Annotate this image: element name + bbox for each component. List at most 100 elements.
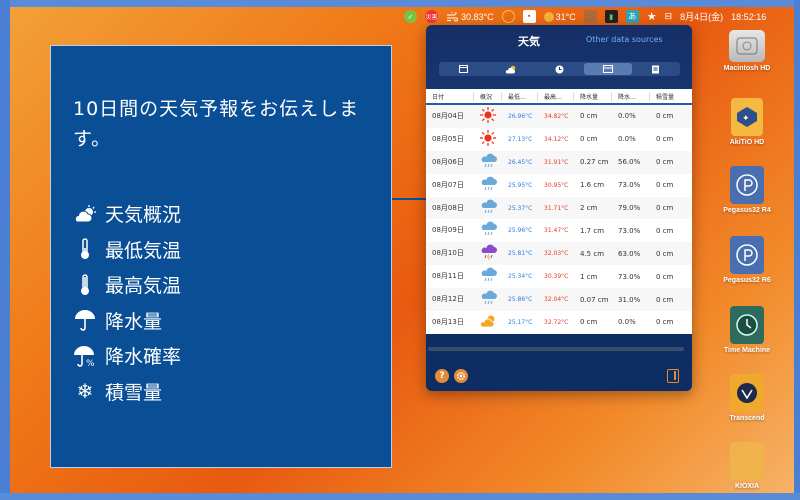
rain-cloud-icon — [474, 176, 502, 195]
rain-cloud-icon — [474, 267, 502, 286]
trash-icon[interactable]: ▮ — [604, 10, 618, 23]
app-icon[interactable] — [583, 10, 597, 23]
feature-list: 天気概況 最低気温 最高気温 降水量 % 降水確率 ❄ 積雪量 — [71, 196, 181, 409]
col-overview-header[interactable]: 概況 — [474, 91, 502, 101]
forecast-view-button[interactable] — [487, 62, 535, 76]
temp-menubar-item[interactable]: 31°C — [543, 11, 576, 22]
time-view-button[interactable] — [535, 62, 583, 76]
col-high-header[interactable]: 最高… — [538, 91, 574, 101]
cell-snow: 0 cm — [656, 112, 674, 121]
clock-icon — [555, 65, 564, 73]
svg-text:✦: ✦ — [742, 114, 750, 124]
record-icon[interactable] — [501, 10, 515, 23]
col-precip-header[interactable]: 降水量 — [574, 91, 612, 101]
cell-snow: 0 cm — [656, 158, 674, 167]
disaster-badge-icon[interactable]: 災害 — [425, 10, 438, 23]
settings-button[interactable] — [454, 369, 468, 383]
cell-high-temp: 31.71°C — [544, 204, 569, 212]
desktop-icon[interactable]: Pegasus32 R4 — [712, 166, 782, 214]
table-row[interactable]: 08月04日 26.96°C 34.82°C 0 cm 0.0% 0 cm — [426, 105, 692, 128]
desktop-icon[interactable]: Time Machine — [712, 306, 782, 354]
rain-cloud-icon — [474, 199, 502, 218]
cell-low-temp: 25.95°C — [508, 181, 533, 189]
question-icon: ? — [439, 371, 445, 381]
table-row[interactable]: 08月08日 25.37°C 31.71°C 2 cm 79.0% 0 cm — [426, 196, 692, 220]
cell-date: 08月05日 — [432, 134, 464, 143]
col-date-header[interactable]: 日付 — [426, 91, 474, 101]
cell-precip-prob: 0.0% — [618, 112, 636, 121]
weather-menubar-item[interactable]: 30.83°C — [446, 11, 494, 22]
control-center-icon[interactable]: ⊟ — [665, 11, 673, 22]
table-row[interactable]: 08月09日 25.96°C 31.47°C 1.7 cm 73.0% 0 cm — [426, 219, 692, 243]
cell-high-temp: 31.91°C — [544, 158, 569, 166]
col-low-header[interactable]: 最低… — [502, 91, 538, 101]
sun-icon — [543, 11, 554, 22]
transcend-drive-icon — [730, 374, 764, 412]
table-row[interactable]: 08月12日 25.86°C 32.04°C 0.07 cm 31.0% 0 cm — [426, 288, 692, 312]
desktop-icon[interactable]: KIOXIA — [712, 442, 782, 490]
desktop-icon[interactable]: Pegasus32 R6 — [712, 236, 782, 284]
table-row[interactable]: 08月07日 25.95°C 30.95°C 1.6 cm 73.0% 0 cm — [426, 173, 692, 197]
popover-footer — [426, 345, 692, 391]
sidebar-toggle-button[interactable] — [667, 369, 679, 383]
other-sources-link[interactable]: Other data sources — [586, 35, 663, 44]
table-row[interactable]: 08月05日 27.13°C 34.12°C 0 cm 0.0% 0 cm — [426, 127, 692, 151]
thunderstorm-icon — [474, 244, 502, 263]
detail-view-button[interactable] — [632, 62, 680, 76]
feature-item: ❄ 積雪量 — [71, 374, 181, 410]
star-icon[interactable]: ★ — [647, 10, 657, 23]
feature-item: % 降水確率 — [71, 338, 181, 374]
cell-low-temp: 25.37°C — [508, 204, 533, 212]
help-button[interactable]: ? — [435, 369, 449, 383]
umbrella-percent-icon: % — [71, 345, 99, 367]
cell-low-temp: 25.96°C — [508, 227, 533, 235]
desktop-icon-label: Macintosh HD — [723, 65, 771, 72]
col-snow-header[interactable]: 積雪量 — [650, 92, 692, 101]
cell-precip: 1.7 cm — [580, 226, 605, 235]
feature-item: 最低気温 — [71, 232, 181, 268]
info-panel: 10日間の天気予報をお伝えします。 天気概況 最低気温 最高気温 降水量 % 降… — [50, 45, 392, 468]
menubar: ✓ 災害 30.83°C ▪ 31°C ▮ あ ★ ⊟ 8月4日(金) 18:5… — [404, 7, 794, 26]
menubar-date[interactable]: 8月4日(金) — [680, 10, 723, 23]
weather-popover: 天気 Other data sources 日付 概況 最低… 最高… 降水量 … — [426, 25, 692, 391]
horizontal-scrollbar[interactable] — [428, 347, 684, 351]
desktop-icon[interactable]: Macintosh HD — [712, 30, 782, 72]
cell-precip: 0 cm — [580, 135, 598, 144]
cell-low-temp: 27.13°C — [508, 135, 533, 143]
rain-cloud-icon — [474, 153, 502, 172]
partly-cloudy-icon — [506, 65, 516, 73]
cell-precip-prob: 73.0% — [618, 272, 641, 281]
app-status-icon[interactable]: ✓ — [404, 10, 417, 23]
cell-date: 08月11日 — [432, 272, 464, 281]
cell-high-temp: 30.95°C — [544, 181, 569, 189]
cell-low-temp: 25.17°C — [508, 318, 533, 326]
cell-low-temp: 26.96°C — [508, 112, 533, 120]
calendar-view-button[interactable] — [439, 62, 487, 76]
input-source-icon[interactable]: あ — [625, 10, 639, 23]
desktop-icon[interactable]: ✦ AkiTiO HD — [712, 98, 782, 146]
table-row[interactable]: 08月11日 25.34°C 30.39°C 1 cm 73.0% 0 cm — [426, 265, 692, 289]
calendar-icon[interactable]: ▪ — [522, 10, 536, 23]
table-view-button[interactable] — [583, 63, 632, 75]
table-row[interactable]: 08月10日 25.81°C 32.03°C 4.5 cm 63.0% 0 cm — [426, 242, 692, 266]
time-machine-icon — [730, 306, 764, 344]
cell-snow: 0 cm — [656, 135, 674, 144]
cell-date: 08月08日 — [432, 203, 464, 212]
table-row[interactable]: 08月06日 26.45°C 31.91°C 0.27 cm 56.0% 0 cm — [426, 150, 692, 174]
cell-low-temp: 25.34°C — [508, 273, 533, 281]
cell-date: 08月04日 — [432, 111, 464, 120]
svg-text:%: % — [86, 359, 95, 367]
table-row[interactable]: 08月13日 25.17°C 32.72°C 0 cm 0.0% 0 cm — [426, 311, 692, 334]
menubar-time[interactable]: 18:52:16 — [731, 12, 766, 22]
cell-precip-prob: 0.0% — [618, 318, 636, 327]
sun-icon — [474, 130, 502, 148]
desktop-icon[interactable]: Transcend — [712, 374, 782, 422]
cell-low-temp: 26.45°C — [508, 158, 533, 166]
table-icon — [602, 65, 613, 73]
sun-icon — [474, 107, 502, 125]
cell-precip-prob: 56.0% — [618, 158, 641, 167]
cell-date: 08月06日 — [432, 157, 464, 166]
desktop-frame-top — [0, 0, 800, 7]
col-prob-header[interactable]: 降水… — [612, 91, 650, 101]
cell-high-temp: 32.72°C — [544, 318, 569, 326]
